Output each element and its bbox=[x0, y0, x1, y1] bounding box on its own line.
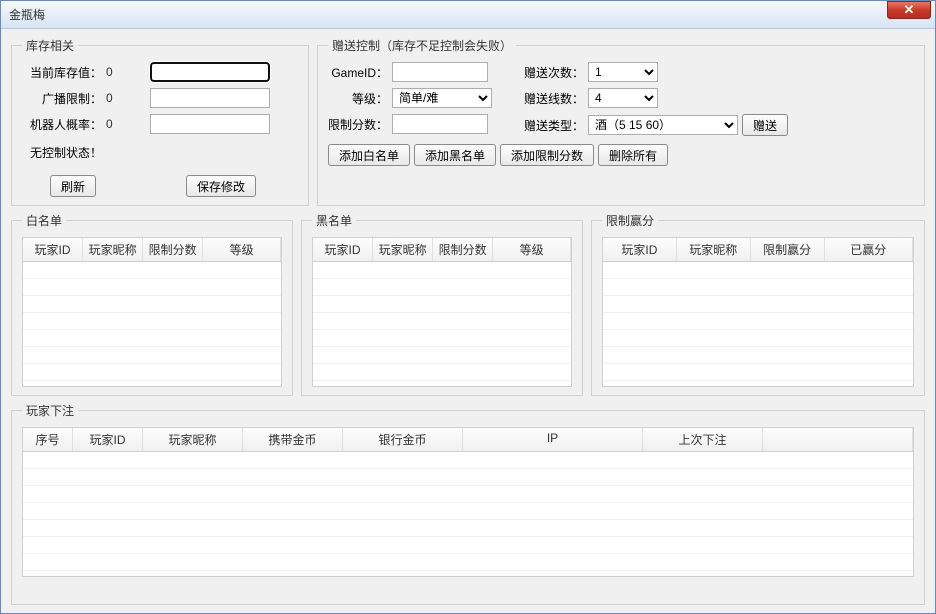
bets-legend: 玩家下注 bbox=[22, 402, 78, 419]
bets-table[interactable]: 序号 玩家ID 玩家昵称 携带金币 银行金币 IP 上次下注 bbox=[22, 427, 914, 577]
main-window: 金瓶梅 ✕ 库存相关 当前库存值： 0 广播限制： 0 机器人概率： 0 bbox=[0, 0, 936, 614]
gift-lines-label: 赠送线数： bbox=[522, 90, 584, 107]
whitelist-th-nick[interactable]: 玩家昵称 bbox=[83, 238, 143, 261]
broadcast-limit-input[interactable] bbox=[150, 88, 270, 108]
bets-th-id[interactable]: 玩家ID bbox=[73, 428, 143, 451]
gift-count-label: 赠送次数： bbox=[522, 64, 584, 81]
inventory-group: 库存相关 当前库存值： 0 广播限制： 0 机器人概率： 0 无控制状态！ 刷新… bbox=[11, 37, 309, 206]
bets-th-filler bbox=[763, 428, 913, 451]
blacklist-header: 玩家ID 玩家昵称 限制分数 等级 bbox=[313, 238, 571, 262]
whitelist-group: 白名单 玩家ID 玩家昵称 限制分数 等级 bbox=[11, 212, 293, 396]
gift-button[interactable]: 赠送 bbox=[742, 114, 788, 136]
limit-score-input[interactable] bbox=[392, 114, 488, 134]
lists-row: 白名单 玩家ID 玩家昵称 限制分数 等级 黑名单 bbox=[11, 212, 925, 396]
bets-th-nick[interactable]: 玩家昵称 bbox=[143, 428, 243, 451]
refresh-button[interactable]: 刷新 bbox=[50, 175, 96, 197]
gift-group: 赠送控制（库存不足控制会失败） GameID： 等级： 简单/难 bbox=[317, 37, 925, 206]
add-limit-score-button[interactable]: 添加限制分数 bbox=[500, 144, 594, 166]
close-icon: ✕ bbox=[904, 2, 915, 18]
inventory-grid: 当前库存值： 0 广播限制： 0 机器人概率： 0 bbox=[22, 62, 298, 134]
inventory-legend: 库存相关 bbox=[22, 37, 78, 54]
gift-action-buttons: 添加白名单 添加黑名单 添加限制分数 删除所有 bbox=[328, 144, 914, 166]
current-stock-value: 0 bbox=[106, 65, 146, 79]
limitwin-th-nick[interactable]: 玩家昵称 bbox=[677, 238, 751, 261]
whitelist-header: 玩家ID 玩家昵称 限制分数 等级 bbox=[23, 238, 281, 262]
blacklist-group: 黑名单 玩家ID 玩家昵称 限制分数 等级 bbox=[301, 212, 583, 396]
limitwin-header: 玩家ID 玩家昵称 限制赢分 已赢分 bbox=[603, 238, 913, 262]
bets-th-carry[interactable]: 携带金币 bbox=[243, 428, 343, 451]
titlebar: 金瓶梅 ✕ bbox=[1, 1, 935, 29]
gift-lines-select[interactable]: 4 bbox=[588, 88, 658, 108]
blacklist-th-id[interactable]: 玩家ID bbox=[313, 238, 373, 261]
robot-rate-value: 0 bbox=[106, 117, 146, 131]
limitwin-group: 限制赢分 玩家ID 玩家昵称 限制赢分 已赢分 bbox=[591, 212, 925, 396]
bets-body bbox=[23, 452, 913, 571]
gift-type-select[interactable]: 酒（5 15 60） bbox=[588, 115, 738, 135]
bets-th-bank[interactable]: 银行金币 bbox=[343, 428, 463, 451]
whitelist-legend: 白名单 bbox=[22, 212, 66, 229]
blacklist-legend: 黑名单 bbox=[312, 212, 356, 229]
limitwin-table[interactable]: 玩家ID 玩家昵称 限制赢分 已赢分 bbox=[602, 237, 914, 387]
gift-top: GameID： 等级： 简单/难 限制分数： bbox=[328, 62, 914, 136]
bets-th-last[interactable]: 上次下注 bbox=[643, 428, 763, 451]
gift-left-col: GameID： 等级： 简单/难 限制分数： bbox=[328, 62, 492, 136]
blacklist-th-score[interactable]: 限制分数 bbox=[433, 238, 493, 261]
content-area: 库存相关 当前库存值： 0 广播限制： 0 机器人概率： 0 无控制状态！ 刷新… bbox=[1, 29, 935, 613]
add-blacklist-button[interactable]: 添加黑名单 bbox=[414, 144, 496, 166]
save-button[interactable]: 保存修改 bbox=[186, 175, 256, 197]
delete-all-button[interactable]: 删除所有 bbox=[598, 144, 668, 166]
blacklist-th-nick[interactable]: 玩家昵称 bbox=[373, 238, 433, 261]
current-stock-label: 当前库存值： bbox=[22, 64, 102, 81]
broadcast-limit-label: 广播限制： bbox=[22, 90, 102, 107]
close-button[interactable]: ✕ bbox=[887, 1, 931, 19]
gift-count-select[interactable]: 1 bbox=[588, 62, 658, 82]
limit-score-label: 限制分数： bbox=[328, 116, 388, 133]
bets-group: 玩家下注 序号 玩家ID 玩家昵称 携带金币 银行金币 IP 上次下注 bbox=[11, 402, 925, 605]
limitwin-th-id[interactable]: 玩家ID bbox=[603, 238, 677, 261]
inventory-buttons: 刷新 保存修改 bbox=[22, 175, 298, 197]
level-label: 等级： bbox=[328, 90, 388, 107]
add-whitelist-button[interactable]: 添加白名单 bbox=[328, 144, 410, 166]
blacklist-body bbox=[313, 262, 571, 381]
whitelist-table[interactable]: 玩家ID 玩家昵称 限制分数 等级 bbox=[22, 237, 282, 387]
limitwin-legend: 限制赢分 bbox=[602, 212, 658, 229]
gift-right-col: 赠送次数： 1 赠送线数： 4 赠送类型： bbox=[522, 62, 788, 136]
bets-th-ip[interactable]: IP bbox=[463, 428, 643, 451]
blacklist-th-level[interactable]: 等级 bbox=[493, 238, 571, 261]
gameid-input[interactable] bbox=[392, 62, 488, 82]
level-select[interactable]: 简单/难 bbox=[392, 88, 492, 108]
bets-th-seq[interactable]: 序号 bbox=[23, 428, 73, 451]
whitelist-body bbox=[23, 262, 281, 381]
limitwin-th-won[interactable]: 已赢分 bbox=[825, 238, 913, 261]
whitelist-th-level[interactable]: 等级 bbox=[203, 238, 281, 261]
bets-header: 序号 玩家ID 玩家昵称 携带金币 银行金币 IP 上次下注 bbox=[23, 428, 913, 452]
gameid-label: GameID： bbox=[328, 64, 388, 81]
gift-legend: 赠送控制（库存不足控制会失败） bbox=[328, 37, 516, 54]
limitwin-th-limit[interactable]: 限制赢分 bbox=[751, 238, 825, 261]
whitelist-th-score[interactable]: 限制分数 bbox=[143, 238, 203, 261]
broadcast-limit-value: 0 bbox=[106, 91, 146, 105]
blacklist-table[interactable]: 玩家ID 玩家昵称 限制分数 等级 bbox=[312, 237, 572, 387]
current-stock-input[interactable] bbox=[150, 62, 270, 82]
robot-rate-label: 机器人概率： bbox=[22, 116, 102, 133]
window-title: 金瓶梅 bbox=[9, 6, 887, 23]
top-row: 库存相关 当前库存值： 0 广播限制： 0 机器人概率： 0 无控制状态！ 刷新… bbox=[11, 37, 925, 206]
robot-rate-input[interactable] bbox=[150, 114, 270, 134]
whitelist-th-id[interactable]: 玩家ID bbox=[23, 238, 83, 261]
gift-type-label: 赠送类型： bbox=[522, 117, 584, 134]
limitwin-body bbox=[603, 262, 913, 381]
control-status: 无控制状态！ bbox=[30, 144, 298, 161]
